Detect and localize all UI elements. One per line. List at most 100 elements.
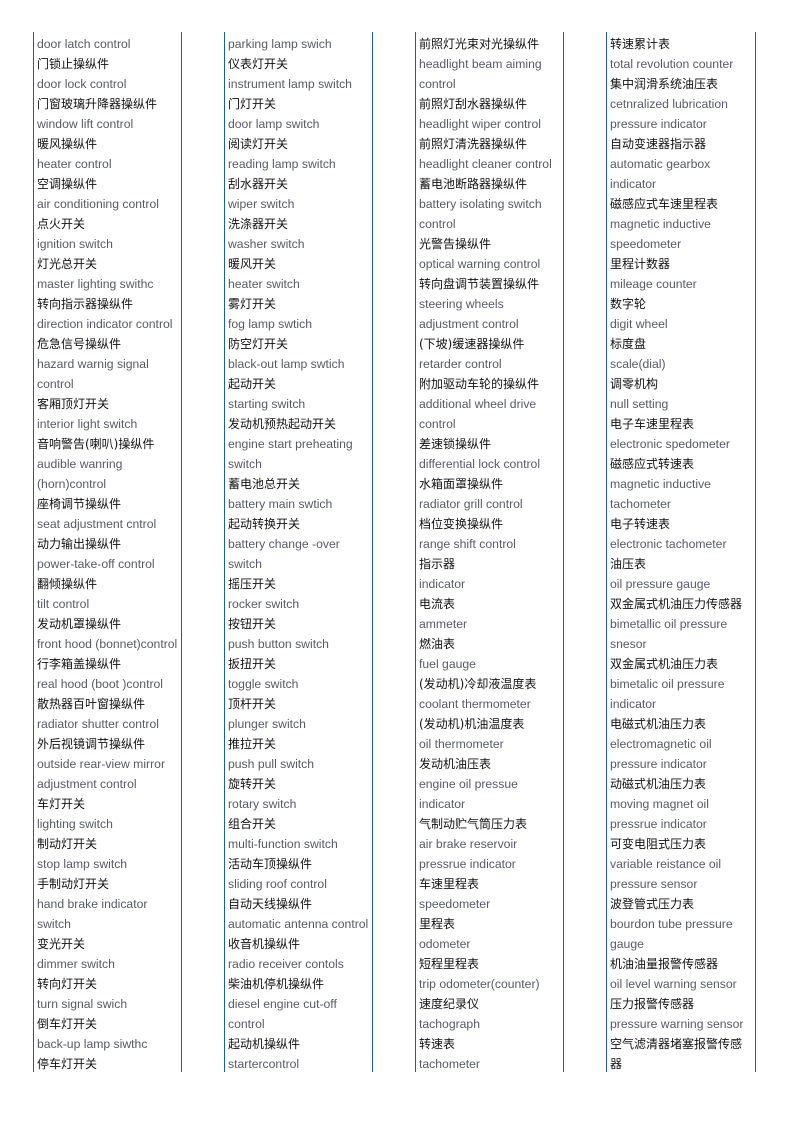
term-chinese: 收音机操纵件 <box>228 937 301 951</box>
term-chinese: 调零机构 <box>610 377 659 391</box>
term-english: toggle switch <box>228 677 299 691</box>
term-english: window lift control <box>37 117 134 131</box>
term-chinese: 起动开关 <box>228 377 277 391</box>
term-english: hazard warnig signal <box>37 357 149 371</box>
term-chinese: 暖风操纵件 <box>37 137 98 151</box>
term-chinese: 起动机操纵件 <box>228 1037 301 1051</box>
term-english: gauge <box>610 937 644 951</box>
term-english: instrument lamp switch <box>228 77 352 91</box>
term-english: reading lamp switch <box>228 157 336 171</box>
term-chinese: 光警告操纵件 <box>419 237 492 251</box>
term-chinese: 起动转换开关 <box>228 517 301 531</box>
column-1: door latch control 门锁止操纵件 door lock contro… <box>33 32 182 1072</box>
term-chinese: 转速表 <box>419 1037 456 1051</box>
term-chinese: 油压表 <box>610 557 647 571</box>
term-chinese: 档位变换操纵件 <box>419 517 504 531</box>
term-english: headlight cleaner control <box>419 157 552 171</box>
term-chinese: 倒车灯开关 <box>37 1017 98 1031</box>
term-english: (horn)control <box>37 477 107 491</box>
term-chinese: 音响警告(喇叭)操纵件 <box>37 437 155 451</box>
term-english: pressure sensor <box>610 877 698 891</box>
term-chinese: 变光开关 <box>37 937 86 951</box>
term-english: air brake reservoir <box>419 837 518 851</box>
term-english: indicator <box>419 797 466 811</box>
term-chinese: 发动机罩操纵件 <box>37 617 122 631</box>
term-chinese: 器 <box>610 1057 623 1071</box>
term-english: plunger switch <box>228 717 306 731</box>
term-chinese: 里程表 <box>419 917 456 931</box>
term-english: digit wheel <box>610 317 668 331</box>
term-english: control <box>419 77 456 91</box>
term-english: hand brake indicator <box>37 897 148 911</box>
term-english: mileage counter <box>610 277 697 291</box>
term-chinese: 门窗玻璃升降器操纵件 <box>37 97 158 111</box>
term-chinese: 气制动贮气筒压力表 <box>419 817 528 831</box>
term-english: stop lamp switch <box>37 857 128 871</box>
term-english: push pull switch <box>228 757 315 771</box>
term-english: pressure indicator <box>610 757 707 771</box>
term-chinese: 前照灯清洗器操纵件 <box>419 137 528 151</box>
term-english: rocker switch <box>228 597 300 611</box>
term-chinese: 指示器 <box>419 557 456 571</box>
term-english: audible wanring <box>37 457 123 471</box>
term-english: bourdon tube pressure <box>610 917 733 931</box>
term-chinese: (发动机)冷却液温度表 <box>419 677 537 691</box>
term-chinese: 里程计数器 <box>610 257 671 271</box>
term-english: wiper switch <box>228 197 295 211</box>
term-english: interior light switch <box>37 417 138 431</box>
term-english: turn signal swich <box>37 997 128 1011</box>
term-english: tachometer <box>419 1057 480 1071</box>
term-english: adjustment control <box>419 317 519 331</box>
term-english: adjustment control <box>37 777 137 791</box>
term-english: retarder control <box>419 357 502 371</box>
term-chinese: 转向盘调节装置操纵件 <box>419 277 540 291</box>
term-chinese: 差速锁操纵件 <box>419 437 492 451</box>
term-chinese: 可变电阻式压力表 <box>610 837 707 851</box>
term-chinese: 蓄电池断路器操纵件 <box>419 177 528 191</box>
term-chinese: 前照灯刮水器操纵件 <box>419 97 528 111</box>
term-english: air conditioning control <box>37 197 159 211</box>
term-english: radiator grill control <box>419 497 523 511</box>
term-chinese: 刮水器开关 <box>228 177 289 191</box>
term-chinese: 发动机油压表 <box>419 757 492 771</box>
term-english: moving magnet oil <box>610 797 709 811</box>
term-chinese: 蓄电池总开关 <box>228 477 301 491</box>
term-english: dimmer switch <box>37 957 115 971</box>
term-chinese: 仪表灯开关 <box>228 57 289 71</box>
term-english: automatic gearbox <box>610 157 711 171</box>
term-chinese: 电磁式机油压力表 <box>610 717 707 731</box>
term-chinese: 灯光总开关 <box>37 257 98 271</box>
term-english: control <box>419 417 456 431</box>
term-english: oil level warning sensor <box>610 977 737 991</box>
term-english: steering wheels <box>419 297 504 311</box>
term-chinese: 组合开关 <box>228 817 277 831</box>
term-chinese: 机油油量报警传感器 <box>610 957 719 971</box>
term-chinese: 电流表 <box>419 597 456 611</box>
term-chinese: 电子转速表 <box>610 517 671 531</box>
term-english: door lamp switch <box>228 117 320 131</box>
term-chinese: 转向指示器操纵件 <box>37 297 134 311</box>
term-english: sliding roof control <box>228 877 327 891</box>
term-chinese: 阅读灯开关 <box>228 137 289 151</box>
term-english: bimetalic oil pressure <box>610 677 725 691</box>
term-english: startercontrol <box>228 1057 300 1071</box>
term-chinese: 双金属式机油压力表 <box>610 657 719 671</box>
term-english: direction indicator control <box>37 317 173 331</box>
term-english: tachometer <box>610 497 671 511</box>
term-chinese: 柴油机停机操纵件 <box>228 977 325 991</box>
term-english: bimetallic oil pressure <box>610 617 728 631</box>
term-english: door latch control <box>37 37 131 51</box>
term-chinese: 旋转开关 <box>228 777 277 791</box>
term-english: multi-function switch <box>228 837 338 851</box>
term-english: ignition switch <box>37 237 113 251</box>
term-english: starting switch <box>228 397 306 411</box>
term-english: control <box>419 217 456 231</box>
term-english: heater control <box>37 157 112 171</box>
term-english: back-up lamp siwthc <box>37 1037 148 1051</box>
term-english: tilt control <box>37 597 90 611</box>
term-chinese: 转速累计表 <box>610 37 671 51</box>
term-chinese: 摇压开关 <box>228 577 277 591</box>
column-2: parking lamp swich 仪表灯开关 instrument lamp s… <box>224 32 373 1072</box>
term-english: indicator <box>419 577 466 591</box>
term-english: odometer <box>419 937 471 951</box>
